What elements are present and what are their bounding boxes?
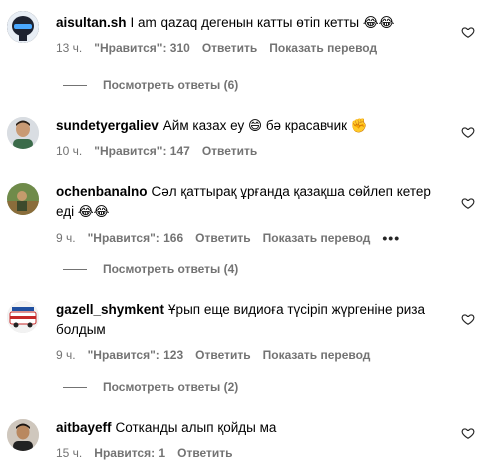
comment-time[interactable]: 10 ч. (56, 144, 82, 158)
like-heart-icon[interactable] (461, 312, 475, 326)
translate-button[interactable]: Показать перевод (269, 41, 377, 55)
avatar[interactable] (7, 301, 39, 333)
view-replies-button[interactable]: Посмотреть ответы (2) (63, 380, 238, 394)
view-replies-button[interactable]: Посмотреть ответы (6) (63, 78, 238, 92)
likes-count[interactable]: "Нравится": 147 (94, 144, 190, 158)
comment-text: Сотканды алып қойды ма (115, 420, 277, 435)
divider (63, 386, 87, 388)
likes-count[interactable]: "Нравится": 310 (94, 41, 190, 55)
avatar[interactable] (7, 183, 39, 215)
comment-username[interactable]: aitbayeff (56, 420, 112, 435)
likes-count[interactable]: Нравится: 1 (94, 446, 165, 460)
van-avatar-icon (7, 301, 39, 333)
avatar[interactable] (7, 117, 39, 149)
comment-text: I am qazaq дегенын катты өтіп кетты 😂😂 (130, 15, 395, 30)
reply-button[interactable]: Ответить (195, 348, 250, 362)
comment-text: еді 😂😂 (56, 204, 110, 219)
comment-username[interactable]: gazell_shymkent (56, 302, 164, 317)
like-heart-icon[interactable] (461, 125, 475, 139)
comment-text: Сәл қаттырақ ұрғанда қазақша сөйлеп кете… (151, 184, 431, 199)
comment-time[interactable]: 15 ч. (56, 446, 82, 460)
divider (63, 84, 87, 86)
comment-text: болдым (56, 322, 106, 337)
comment-text: Ұрып еще видиоға түсіріп жүргеніне риза (168, 302, 425, 317)
outdoor-avatar-icon (7, 183, 39, 215)
translate-button[interactable]: Показать перевод (263, 231, 371, 245)
comment-time[interactable]: 9 ч. (56, 348, 76, 362)
likes-count[interactable]: "Нравится": 123 (88, 348, 184, 362)
view-replies-label: Посмотреть ответы (4) (103, 262, 239, 276)
avatar[interactable] (7, 419, 39, 451)
reply-button[interactable]: Ответить (202, 144, 257, 158)
like-heart-icon[interactable] (461, 196, 475, 210)
comment-username[interactable]: ochenbanalno (56, 184, 148, 199)
divider (63, 268, 87, 270)
view-replies-label: Посмотреть ответы (2) (103, 380, 239, 394)
reply-button[interactable]: Ответить (177, 446, 232, 460)
like-heart-icon[interactable] (461, 426, 475, 440)
avatar[interactable] (7, 11, 39, 43)
more-options-icon[interactable]: ••• (382, 230, 400, 246)
comment-text: Айм казах еу 😄 бә красавчик ✊ (162, 118, 368, 133)
comment-time[interactable]: 9 ч. (56, 231, 76, 245)
reply-button[interactable]: Ответить (195, 231, 250, 245)
man-avatar-icon (7, 419, 39, 451)
likes-count[interactable]: "Нравится": 166 (88, 231, 184, 245)
man-avatar-icon (7, 117, 39, 149)
comment-username[interactable]: sundetyergaliev (56, 118, 159, 133)
view-replies-label: Посмотреть ответы (6) (103, 78, 239, 92)
helmet-avatar-icon (7, 11, 39, 43)
comment-time[interactable]: 13 ч. (56, 41, 82, 55)
translate-button[interactable]: Показать перевод (263, 348, 371, 362)
reply-button[interactable]: Ответить (202, 41, 257, 55)
comment-username[interactable]: aisultan.sh (56, 15, 127, 30)
like-heart-icon[interactable] (461, 25, 475, 39)
view-replies-button[interactable]: Посмотреть ответы (4) (63, 262, 238, 276)
